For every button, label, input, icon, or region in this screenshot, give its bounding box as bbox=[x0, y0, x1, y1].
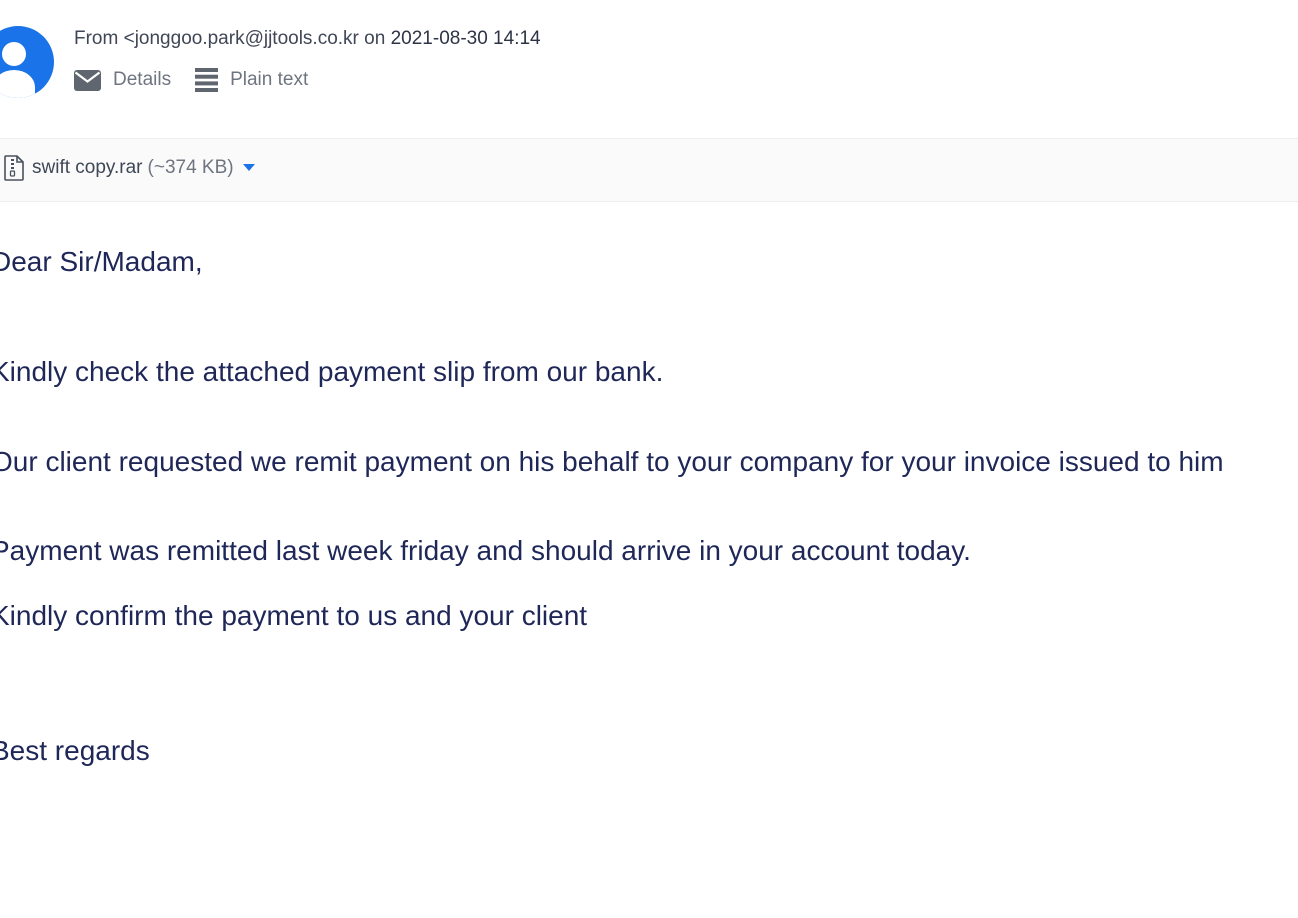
avatar-head bbox=[2, 42, 26, 66]
sent-date: 2021-08-30 14:14 bbox=[390, 28, 541, 49]
message-actions: Details Plain text bbox=[74, 68, 332, 92]
plain-text-button[interactable]: Plain text bbox=[195, 68, 308, 92]
plain-text-label: Plain text bbox=[230, 69, 309, 90]
body-line-2: Our client requested we remit payment on… bbox=[0, 446, 1224, 477]
attachment-item[interactable]: swift copy.rar (~374 KB) bbox=[4, 155, 255, 181]
attachment-bar: swift copy.rar (~374 KB) bbox=[0, 138, 1298, 202]
zip-file-icon bbox=[4, 155, 24, 181]
email-view: From <jonggoo.park@jjtools.co.kr on 2021… bbox=[0, 0, 1298, 918]
from-line: From <jonggoo.park@jjtools.co.kr on 2021… bbox=[74, 28, 541, 50]
attachment-filename: swift copy.rar bbox=[32, 157, 143, 178]
sender-avatar bbox=[0, 26, 54, 98]
details-button[interactable]: Details bbox=[74, 69, 171, 91]
envelope-icon bbox=[74, 69, 101, 91]
avatar-shoulders bbox=[0, 70, 35, 98]
attachment-size: (~374 KB) bbox=[147, 157, 234, 178]
body-line-1: Kindly check the attached payment slip f… bbox=[0, 356, 664, 387]
body-line-4: Kindly confirm the payment to us and you… bbox=[0, 600, 588, 631]
sender-address[interactable]: <jonggoo.park@jjtools.co.kr bbox=[124, 28, 359, 49]
chevron-down-icon[interactable] bbox=[242, 164, 255, 172]
lines-icon bbox=[195, 68, 219, 92]
details-label: Details bbox=[113, 69, 172, 90]
on-label: on bbox=[364, 28, 386, 49]
from-label: From bbox=[74, 28, 119, 49]
signoff-line: Best regards bbox=[0, 735, 150, 766]
body-line-3: Payment was remitted last week friday an… bbox=[0, 535, 971, 566]
greeting-line: Dear Sir/Madam, bbox=[0, 246, 203, 277]
